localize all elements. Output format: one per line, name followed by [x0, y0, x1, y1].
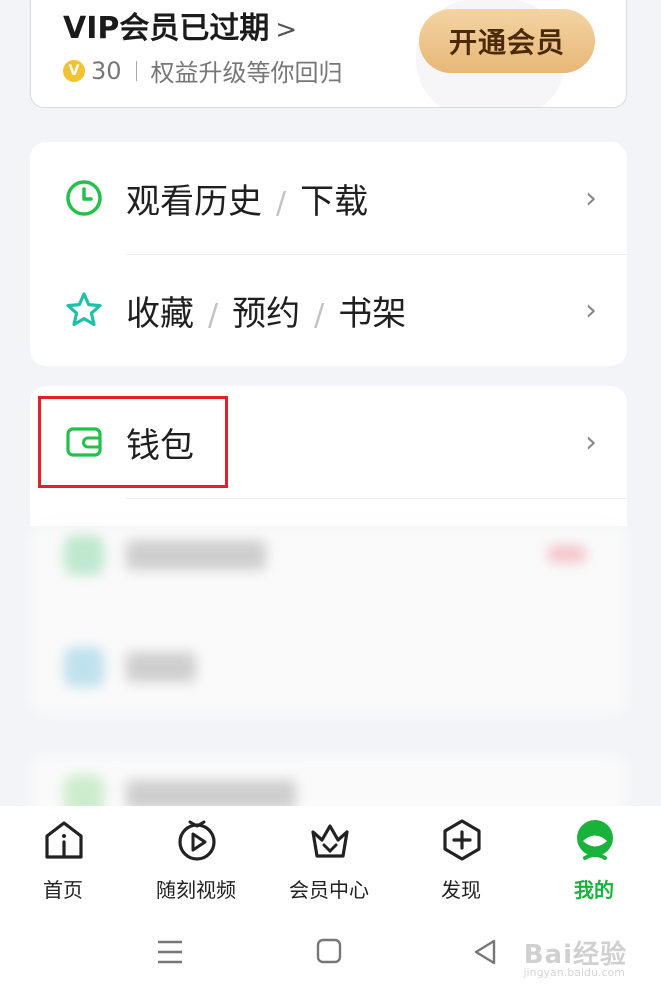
menu-item-label: 观看历史 / 下载 [126, 174, 368, 223]
coin-count: 30 [91, 56, 122, 85]
divider [135, 60, 137, 81]
menu-card-history: 观看历史 / 下载 › 收藏 / 预约 / 书架 › [30, 142, 627, 366]
separator: / [208, 297, 219, 333]
star-icon [66, 292, 102, 327]
menu-item-label: 收藏 / 预约 / 书架 [126, 286, 406, 335]
vip-subtitle-text: 权益升级等你回归 [150, 59, 343, 87]
blurred-icon [64, 535, 104, 575]
tab-label: 会员中心 [289, 878, 369, 902]
chevron-right-icon: › [585, 180, 597, 216]
back-icon[interactable] [472, 938, 498, 966]
plus-hexagon-icon [443, 819, 481, 861]
tab-label: 随刻视频 [156, 878, 236, 902]
vip-status-title[interactable]: VIP会员已过期 > [63, 3, 297, 47]
menu-item-history-download[interactable]: 观看历史 / 下载 › [30, 142, 627, 254]
bottom-tab-bar: 首页 随刻视频 会员中心 发现 我的 [0, 806, 661, 910]
vip-title-text: VIP会员已过期 [63, 11, 270, 46]
vip-crown-icon [311, 824, 349, 858]
vip-card[interactable]: VIP会员已过期 > V 30 权益升级等你回归 开通会员 [30, 0, 627, 108]
tab-label: 首页 [43, 878, 83, 902]
profile-icon [577, 820, 613, 860]
blurred-card [30, 525, 627, 715]
bookshelf-label: 书架 [338, 293, 407, 334]
separator: / [314, 297, 325, 333]
play-icon [178, 820, 216, 861]
home-icon [45, 821, 83, 859]
tab-home[interactable]: 首页 [8, 806, 118, 910]
menu-icon[interactable] [156, 938, 184, 966]
favorites-label: 收藏 [126, 293, 194, 334]
blurred-text [126, 652, 196, 682]
tab-label: 我的 [574, 878, 614, 902]
blurred-text [126, 540, 266, 570]
watermark-url: jingyan.baidu.com [523, 966, 625, 979]
chevron-right-icon: › [585, 292, 597, 328]
tab-profile[interactable]: 我的 [539, 806, 649, 910]
history-label: 观看历史 [126, 181, 262, 222]
divider [126, 498, 627, 499]
highlight-box [38, 396, 228, 488]
tab-vip-center[interactable]: 会员中心 [274, 806, 384, 910]
vip-subtitle: V 30 权益升级等你回归 [63, 53, 343, 88]
menu-item-favorites[interactable]: 收藏 / 预约 / 书架 › [30, 254, 627, 366]
tab-discover[interactable]: 发现 [406, 806, 516, 910]
home-square-icon[interactable] [316, 938, 342, 964]
blurred-icon [64, 647, 104, 687]
coin-icon: V [63, 59, 85, 82]
tab-moments-video[interactable]: 随刻视频 [141, 806, 251, 910]
clock-icon [66, 180, 102, 216]
tab-label: 发现 [441, 878, 481, 902]
open-vip-button[interactable]: 开通会员 [419, 9, 595, 73]
download-label: 下载 [300, 181, 369, 222]
reserve-label: 预约 [232, 293, 301, 334]
chevron-right-icon: > [275, 15, 298, 45]
separator: / [276, 185, 287, 221]
blurred-badge [547, 545, 587, 563]
blurred-content [30, 525, 627, 815]
chevron-right-icon: › [585, 424, 597, 460]
